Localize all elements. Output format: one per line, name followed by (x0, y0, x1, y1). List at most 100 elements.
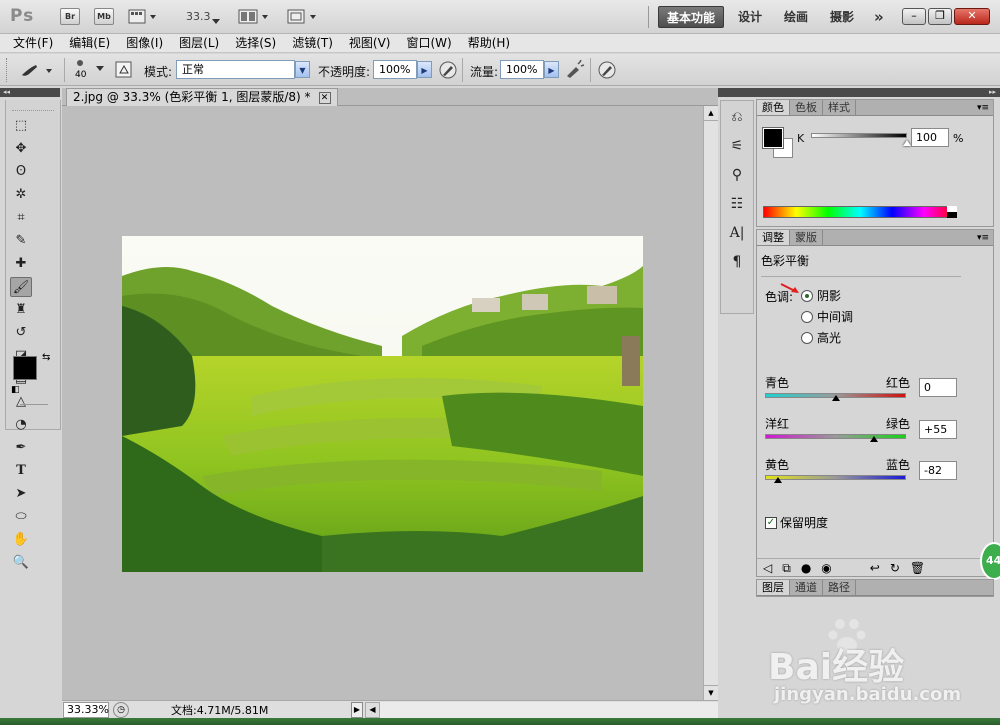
path-selection-tool-icon[interactable]: ➤ (10, 484, 32, 504)
yellow-blue-thumb[interactable] (773, 477, 782, 483)
k-channel-slider[interactable] (811, 133, 907, 138)
yellow-blue-slider[interactable] (765, 475, 906, 480)
healing-brush-tool-icon[interactable]: ✚ (10, 254, 32, 274)
tab-layers[interactable]: 图层 (757, 580, 790, 595)
mini-bridge-button[interactable]: Mb (94, 8, 114, 25)
character-panel-icon[interactable]: A| (724, 220, 750, 246)
back-arrow-icon[interactable]: ◁ (763, 561, 772, 575)
expand-view-icon[interactable]: ⧉ (782, 561, 791, 576)
eyedropper-tool-icon[interactable]: ✎ (10, 231, 32, 251)
tool-presets-panel-icon[interactable]: ☷ (724, 191, 750, 217)
blur-tool-icon[interactable]: △ (10, 392, 32, 412)
dodge-tool-icon[interactable]: ◔ (10, 415, 32, 435)
tone-shadows-radio[interactable]: 阴影 (801, 287, 841, 304)
arrange-documents-button[interactable] (238, 8, 274, 25)
type-tool-icon[interactable]: T (10, 461, 32, 481)
badge-counter[interactable]: 44 (980, 542, 1000, 580)
tablet-size-pressure-icon[interactable] (597, 60, 617, 80)
tone-highlights-radio[interactable]: 高光 (801, 329, 841, 346)
opacity-field[interactable]: 100% ▶ (373, 60, 432, 79)
bridge-button[interactable]: Br (60, 8, 80, 25)
yellow-blue-value[interactable]: -82 (919, 461, 957, 480)
screen-mode-button[interactable] (286, 8, 322, 25)
magic-wand-tool-icon[interactable]: ✲ (10, 185, 32, 205)
panel-menu-icon[interactable]: ▾≡ (977, 103, 993, 113)
radio-highlights[interactable] (801, 331, 813, 344)
menu-edit[interactable]: 编辑(E) (61, 34, 118, 52)
fg-color-swatch[interactable] (762, 127, 784, 149)
trash-icon[interactable]: 🗑 (910, 561, 925, 575)
history-panel-icon[interactable]: ⎌ (724, 104, 750, 130)
tab-adjustments[interactable]: 调整 (757, 230, 790, 245)
ellipse-tool-icon[interactable]: ⬭ (10, 507, 32, 527)
workspace-photography[interactable]: 摄影 (822, 6, 862, 28)
paragraph-panel-icon[interactable]: ¶ (724, 249, 750, 275)
tab-paths[interactable]: 路径 (823, 580, 856, 595)
marquee-tool-icon[interactable]: ⬚ (10, 116, 32, 136)
view-extras-button[interactable] (128, 8, 160, 25)
brush-panel-toggle-icon[interactable] (114, 61, 134, 79)
tab-channels[interactable]: 通道 (790, 580, 823, 595)
swap-colors-icon[interactable]: ⇆ (42, 352, 50, 363)
tab-swatches[interactable]: 色板 (790, 100, 823, 115)
airbrush-icon[interactable] (564, 59, 586, 80)
tab-styles[interactable]: 样式 (823, 100, 856, 115)
menu-filter[interactable]: 滤镜(T) (284, 34, 341, 52)
magenta-green-value[interactable]: +55 (919, 420, 957, 439)
workspace-painting[interactable]: 绘画 (776, 6, 816, 28)
workspace-design[interactable]: 设计 (730, 6, 770, 28)
radio-midtones[interactable] (801, 310, 813, 323)
minimize-button[interactable]: – (902, 8, 926, 25)
move-tool-icon[interactable]: ✥ (10, 139, 32, 159)
canvas-area[interactable] (62, 106, 703, 700)
crop-tool-icon[interactable]: ⌗ (10, 208, 32, 228)
status-menu-icon[interactable]: ▶ (351, 701, 363, 718)
foreground-color-swatch[interactable] (13, 356, 37, 380)
k-slider-thumb[interactable] (903, 140, 911, 146)
tools-panel-header[interactable]: ◂◂ (0, 88, 60, 97)
clone-source-panel-icon[interactable]: ⚲ (724, 162, 750, 188)
workspace-essentials[interactable]: 基本功能 (658, 6, 725, 28)
document-tab[interactable]: 2.jpg @ 33.3% (色彩平衡 1, 图层蒙版/8) * ✕ (66, 88, 338, 106)
hand-tool-icon[interactable]: ✋ (10, 530, 32, 550)
menu-select[interactable]: 选择(S) (227, 34, 284, 52)
brush-picker[interactable]: 40 (72, 58, 106, 82)
reset-icon[interactable]: ↻ (890, 561, 900, 575)
magenta-green-thumb[interactable] (870, 436, 879, 442)
close-button[interactable]: ✕ (954, 8, 990, 25)
document-image[interactable] (122, 236, 643, 572)
previous-state-icon[interactable]: ↩ (870, 561, 880, 575)
brush-tool-icon[interactable]: 🖌 (10, 277, 32, 297)
panel-menu-icon[interactable]: ▾≡ (977, 233, 993, 243)
menu-file[interactable]: 文件(F) (5, 34, 61, 52)
right-dock-header[interactable]: ▸▸ (718, 88, 1000, 97)
preserve-luminosity-checkbox[interactable]: ✓ 保留明度 (765, 514, 828, 531)
clip-to-layer-icon[interactable]: ● (801, 561, 811, 575)
magenta-green-slider[interactable] (765, 434, 906, 439)
menu-view[interactable]: 视图(V) (341, 34, 399, 52)
checkbox-check-icon[interactable]: ✓ (765, 516, 777, 529)
color-ramp[interactable] (763, 206, 957, 218)
tab-masks[interactable]: 蒙版 (790, 230, 823, 245)
brush-presets-panel-icon[interactable]: ⚟ (724, 133, 750, 159)
zoom-dropdown-icon[interactable] (212, 13, 220, 27)
mode-select[interactable]: 正常 ▼ (176, 60, 310, 79)
tab-color[interactable]: 颜色 (757, 100, 790, 115)
zoom-tool-icon[interactable]: 🔍 (10, 553, 32, 573)
vertical-scrollbar[interactable]: ▲ ▼ (703, 106, 718, 700)
tablet-opacity-pressure-icon[interactable] (438, 60, 458, 80)
flow-field[interactable]: 100% ▶ (500, 60, 559, 79)
restore-button[interactable]: ❐ (928, 8, 952, 25)
cyan-red-thumb[interactable] (831, 395, 840, 401)
tone-midtones-radio[interactable]: 中间调 (801, 308, 853, 325)
default-colors-icon[interactable]: ◧ (11, 385, 20, 395)
tool-preset-picker[interactable] (16, 59, 56, 81)
more-workspaces-button[interactable]: » (866, 6, 892, 28)
menu-layer[interactable]: 图层(L) (171, 34, 227, 52)
lasso-tool-icon[interactable]: ʘ (10, 162, 32, 182)
zoom-level[interactable]: 33.3 (186, 10, 211, 23)
menu-window[interactable]: 窗口(W) (398, 34, 459, 52)
status-info-icon[interactable]: ◷ (113, 701, 129, 718)
k-channel-value[interactable]: 100 (911, 128, 949, 147)
close-tab-icon[interactable]: ✕ (318, 91, 331, 104)
